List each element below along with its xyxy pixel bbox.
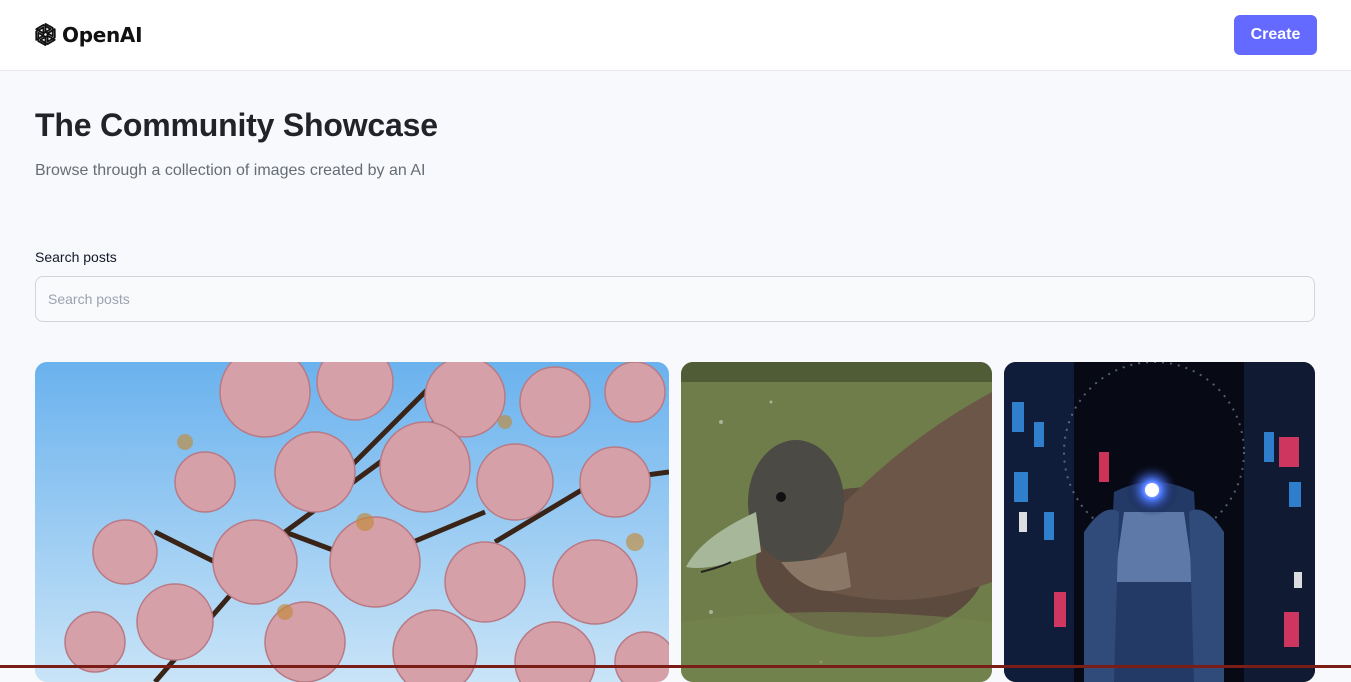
page-title: The Community Showcase bbox=[35, 107, 438, 143]
gallery-card-duck[interactable] bbox=[681, 362, 992, 682]
openai-logo-icon bbox=[35, 22, 56, 47]
logo-text: OpenAI bbox=[62, 22, 143, 47]
page-subtitle: Browse through a collection of images cr… bbox=[35, 162, 426, 179]
search-label: Search posts bbox=[35, 249, 117, 265]
gallery-card-robot[interactable] bbox=[1004, 362, 1315, 682]
create-button[interactable]: Create bbox=[1234, 15, 1317, 55]
gallery-card-cherry-blossom[interactable] bbox=[35, 362, 669, 682]
duck-image bbox=[681, 362, 992, 682]
cherry-blossom-image bbox=[35, 362, 669, 682]
top-nav: OpenAI Create bbox=[0, 0, 1351, 71]
search-input[interactable] bbox=[35, 276, 1315, 322]
openai-logo[interactable]: OpenAI bbox=[32, 21, 143, 48]
robot-image bbox=[1004, 362, 1315, 682]
